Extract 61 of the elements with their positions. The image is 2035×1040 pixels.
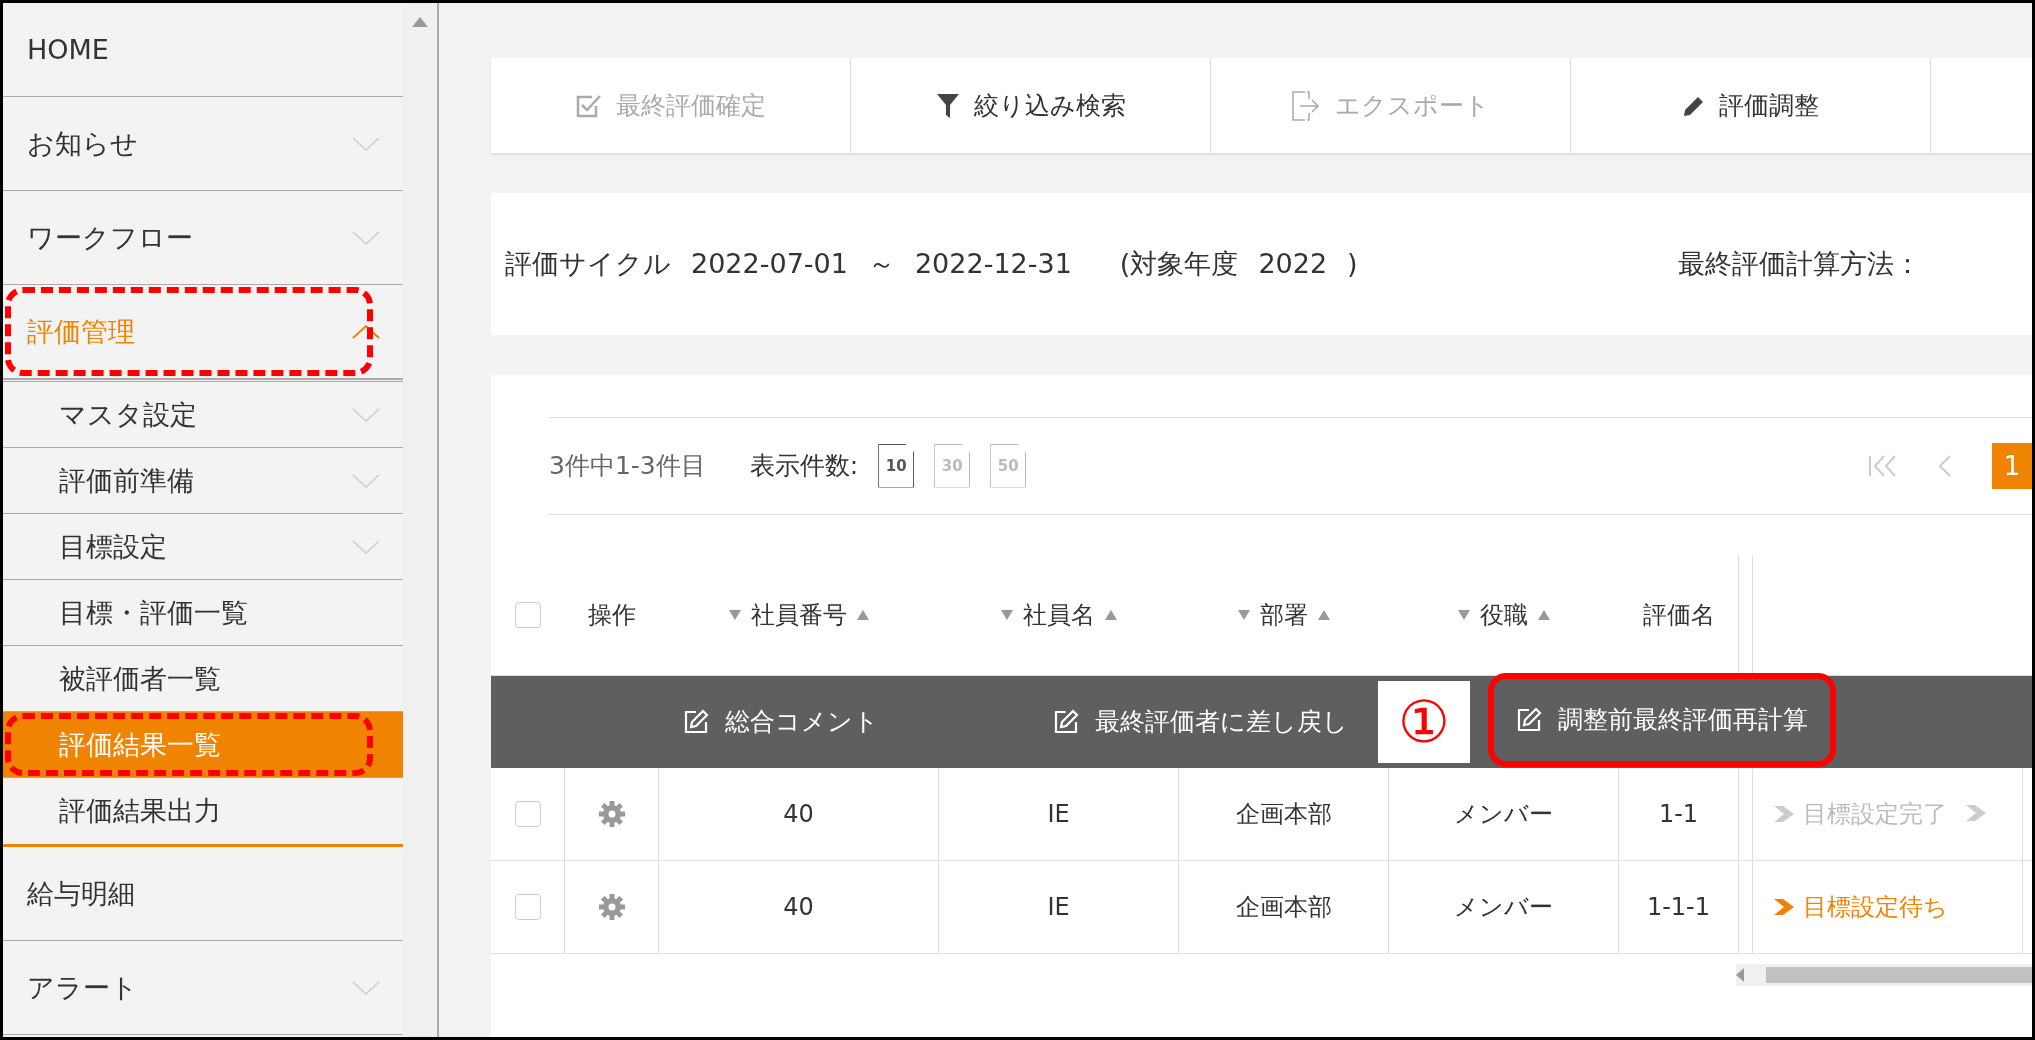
column-header: 社員番号	[751, 599, 847, 631]
page-size-option[interactable]: 10	[878, 443, 915, 488]
edit-icon	[683, 708, 709, 735]
table-cell: IE	[1047, 892, 1070, 921]
action-button[interactable]: 最終評価者に差し戻し	[1031, 680, 1370, 763]
table-cell-text: メンバー	[1454, 891, 1553, 923]
column-header: 評価名	[1642, 599, 1715, 631]
sort-descending-icon[interactable]	[1001, 609, 1013, 620]
table-cell: IE	[1047, 799, 1070, 828]
date-separator: ～	[867, 246, 895, 281]
edit-icon	[1516, 706, 1542, 733]
gear-icon[interactable]	[597, 799, 626, 828]
export-icon	[1291, 90, 1321, 121]
pencil-icon	[1682, 94, 1705, 117]
table-cell-text: メンバー	[1454, 798, 1553, 830]
action-button[interactable]: 総合コメント	[661, 680, 901, 763]
scroll-up-icon[interactable]	[412, 17, 428, 27]
result-count: 3件中1-3件目	[549, 450, 706, 483]
calculation-method-label: 最終評価計算方法：	[1677, 246, 1921, 281]
status-label: 目標設定完了	[1803, 798, 1947, 830]
first-page-icon[interactable]	[1868, 454, 1898, 477]
table-cell: 1-1-1	[1646, 892, 1711, 921]
end-date: 2022-12-31	[914, 248, 1072, 280]
table-cell: 1-1	[1658, 799, 1699, 828]
sort-ascending-icon[interactable]	[1538, 609, 1550, 620]
column-header: 部署	[1260, 599, 1308, 631]
select-all-checkbox[interactable]	[515, 601, 541, 628]
page-size-label: 表示件数:	[749, 450, 859, 483]
column-header: 役職	[1480, 599, 1528, 631]
toolbar-button[interactable]: 評価調整	[1571, 58, 1931, 153]
filter-icon	[935, 92, 960, 119]
row-checkbox[interactable]	[514, 893, 541, 920]
scroll-left-icon[interactable]	[1736, 967, 1746, 982]
table-cell-text: 企画本部	[1235, 798, 1332, 830]
sort-ascending-icon[interactable]	[1318, 609, 1330, 620]
column-header: 社員名	[1023, 599, 1095, 631]
scrollbar-thumb[interactable]	[1766, 966, 2032, 983]
sort-descending-icon[interactable]	[1458, 609, 1470, 620]
step-number: ①	[1378, 680, 1470, 763]
table-cell-text: 企画本部	[1235, 891, 1332, 923]
fiscal-year-label: (対象年度	[1119, 246, 1239, 281]
row-checkbox[interactable]	[514, 800, 541, 827]
fiscal-year: 2022	[1258, 248, 1328, 280]
status-label: 目標設定待ち	[1803, 891, 1948, 923]
start-date: 2022-07-01	[691, 248, 848, 280]
previous-page-icon[interactable]	[1938, 454, 1952, 477]
sidebar-item[interactable]: 評価結果出力	[3, 778, 403, 844]
column-header: 操作	[588, 599, 636, 631]
sort-ascending-icon[interactable]	[1105, 609, 1117, 620]
cycle-label: 評価サイクル	[505, 246, 671, 281]
gear-icon[interactable]	[597, 892, 626, 921]
edit-icon	[1053, 708, 1079, 735]
sort-descending-icon[interactable]	[1238, 609, 1250, 620]
table-cell: 40	[783, 799, 814, 828]
checkbox-icon	[575, 93, 602, 118]
action-button[interactable]: 調整前最終評価再計算	[1488, 672, 1836, 767]
sort-descending-icon[interactable]	[729, 609, 741, 620]
sort-ascending-icon[interactable]	[857, 609, 869, 620]
table-cell: 40	[783, 892, 814, 921]
fiscal-year-close: )	[1347, 248, 1358, 280]
toolbar-button[interactable]: 絞り込み検索	[851, 58, 1211, 153]
